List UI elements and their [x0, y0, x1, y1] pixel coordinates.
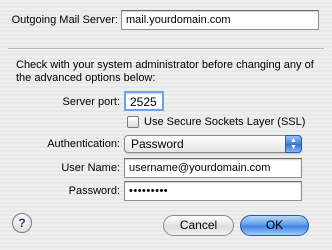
popup-arrows-icon: ▲ ▼ — [285, 135, 302, 153]
server-port-input[interactable]: 2525 — [124, 91, 164, 111]
ssl-checkbox-label[interactable]: Use Secure Sockets Layer (SSL) — [144, 116, 305, 128]
ssl-checkbox[interactable] — [127, 116, 139, 128]
username-label: User Name: — [61, 162, 120, 174]
outgoing-server-input[interactable]: mail.yourdomain.com — [121, 10, 319, 30]
advanced-info-text: Check with your system administrator bef… — [16, 59, 314, 85]
advanced-info-line-2: the advanced options below: — [16, 72, 156, 84]
help-button[interactable]: ? — [12, 213, 32, 233]
authentication-popup[interactable]: Password ▲ ▼ — [124, 135, 302, 153]
cancel-button[interactable]: Cancel — [163, 215, 234, 236]
server-port-label: Server port: — [62, 96, 120, 108]
authentication-label: Authentication: — [47, 138, 120, 150]
section-divider — [8, 48, 324, 50]
username-input[interactable]: username@yourdomain.com — [124, 158, 302, 178]
outgoing-server-label: Outgoing Mail Server: — [11, 14, 118, 26]
ok-button[interactable]: OK — [240, 215, 309, 236]
authentication-popup-value: Password — [131, 137, 184, 151]
password-input[interactable]: ••••••••• — [124, 181, 302, 201]
advanced-info-line-1: Check with your system administrator bef… — [16, 59, 314, 71]
help-icon: ? — [18, 216, 26, 230]
password-label: Password: — [68, 185, 120, 197]
